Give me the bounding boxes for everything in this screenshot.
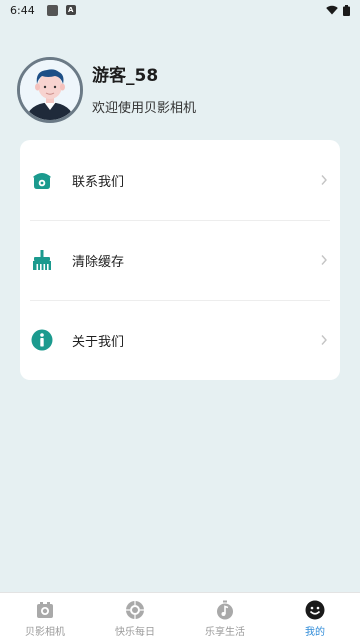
menu-item-label: 联系我们	[72, 174, 125, 190]
chevron-right-icon	[321, 335, 327, 345]
menu-item-label: 清除缓存	[72, 254, 125, 270]
tab-label: 快乐每日	[115, 627, 155, 638]
broom-icon	[30, 248, 54, 272]
welcome-text: 欢迎使用贝影相机	[92, 100, 197, 116]
info-icon	[30, 328, 54, 352]
tab-label: 我的	[305, 627, 325, 638]
menu-card: 联系我们 清除缓存 关于我们	[20, 140, 340, 380]
chevron-right-icon	[321, 255, 327, 265]
chevron-right-icon	[321, 175, 327, 185]
music-timer-icon	[217, 600, 233, 620]
avatar-person-icon	[20, 60, 80, 120]
smiley-face-icon	[305, 600, 325, 620]
status-time: 6:44	[10, 3, 35, 17]
tab-label: 乐享生活	[205, 627, 245, 638]
camera-icon	[37, 602, 53, 618]
notification-a-icon: A	[65, 5, 76, 15]
username: 游客_58	[92, 65, 159, 86]
menu-item-contact-us[interactable]: 联系我们	[20, 140, 340, 220]
menu-item-about-us[interactable]: 关于我们	[20, 300, 340, 380]
avatar[interactable]	[17, 57, 83, 123]
wifi-icon	[326, 5, 338, 15]
profile-text: 游客_58 欢迎使用贝影相机	[92, 65, 196, 116]
status-bar: 6:44 A	[0, 0, 360, 20]
tab-label: 贝影相机	[25, 627, 65, 638]
tab-camera[interactable]: 贝影相机	[0, 593, 90, 640]
tab-mine[interactable]: 我的	[270, 593, 360, 640]
phone-icon	[30, 168, 54, 192]
menu-item-label: 关于我们	[72, 334, 125, 350]
aperture-icon	[126, 601, 144, 619]
tab-happy-daily[interactable]: 快乐每日	[90, 593, 180, 640]
notification-icon	[46, 4, 58, 16]
menu-item-clear-cache[interactable]: 清除缓存	[20, 220, 340, 300]
profile-header: 游客_58 欢迎使用贝影相机	[17, 57, 196, 123]
battery-icon	[343, 4, 350, 16]
bottom-tab-bar: 贝影相机 快乐每日 乐享生活 我的	[0, 592, 360, 640]
screen: 6:44 A 游客_58 欢迎使用贝影相机 联系我们 清除缓存 关于我们 贝影相…	[0, 0, 360, 640]
tab-enjoy-life[interactable]: 乐享生活	[180, 593, 270, 640]
